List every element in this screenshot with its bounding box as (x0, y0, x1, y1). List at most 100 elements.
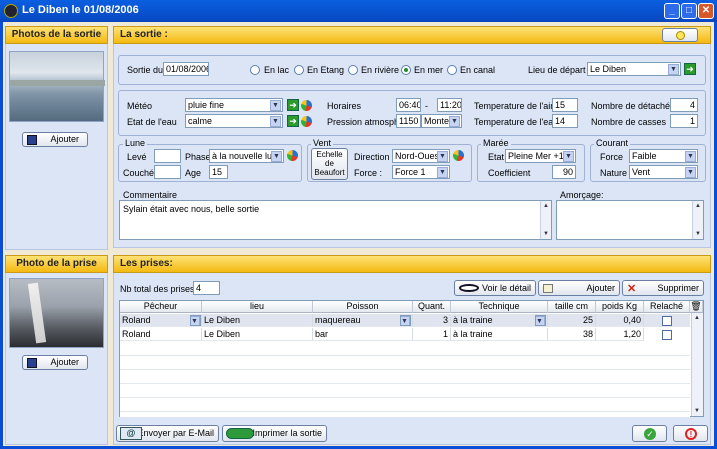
cell-lieu[interactable]: Le Diben (202, 328, 313, 341)
email-button[interactable]: @ Envoyer par E-Mail (116, 425, 219, 442)
go-arrow-icon[interactable]: ➜ (287, 115, 299, 127)
lieu-select[interactable]: Le Diben ▼ (587, 62, 681, 76)
scroll-down-icon[interactable]: ▼ (692, 406, 702, 416)
amorcage-scrollbar[interactable]: ▲ ▼ (692, 201, 703, 239)
cell-pecheur[interactable]: Roland (120, 328, 202, 341)
cancel-button[interactable]: ! (673, 425, 708, 442)
pression-trend-select[interactable]: Monte ▼ (421, 114, 462, 128)
chart-icon[interactable] (453, 150, 464, 161)
teau-input[interactable]: 14 (552, 114, 578, 128)
col-header-technique[interactable]: Technique (451, 301, 548, 313)
col-header-pecheur[interactable]: Pêcheur (120, 301, 202, 313)
chart-icon[interactable] (301, 116, 312, 127)
radio-mer-label: En mer (414, 65, 444, 75)
phase-select[interactable]: à la nouvelle lune ▼ (209, 149, 284, 163)
technique-dropdown[interactable]: ▼ (535, 315, 546, 326)
date-input[interactable]: 01/08/2006 (163, 62, 209, 76)
scroll-down-icon[interactable]: ▼ (541, 229, 551, 239)
add-photo-prise-button[interactable]: Ajouter (22, 355, 88, 370)
chart-icon[interactable] (301, 100, 312, 111)
radio-lac[interactable] (250, 65, 260, 75)
poisson-dropdown[interactable]: ▼ (400, 315, 411, 326)
maximize-button[interactable]: □ (681, 3, 697, 19)
pecheur-dropdown[interactable]: ▼ (190, 315, 201, 326)
relache-checkbox[interactable] (662, 330, 672, 340)
col-header-relache[interactable]: Relaché (644, 301, 690, 313)
cell-quant[interactable]: 3 (413, 314, 451, 327)
pression-input[interactable]: 1150 (396, 114, 421, 128)
radio-riviere[interactable] (348, 65, 358, 75)
add-photo-sortie-button[interactable]: Ajouter (22, 132, 88, 147)
tip-button[interactable] (662, 28, 698, 42)
courant-force-select[interactable]: Faible ▼ (629, 149, 698, 163)
chart-icon[interactable] (287, 150, 298, 161)
col-header-taille[interactable]: taille cm (548, 301, 596, 313)
app-icon (4, 4, 18, 18)
col-header-poisson[interactable]: Poisson (313, 301, 413, 313)
delete-icon: ✕ (627, 283, 637, 295)
cell-poisson[interactable]: bar (313, 328, 413, 341)
cell-taille[interactable]: 25 (548, 314, 596, 327)
scroll-down-icon[interactable]: ▼ (693, 229, 703, 239)
col-header-poisson-label: Poisson (346, 301, 379, 311)
go-arrow-icon[interactable]: ➜ (287, 99, 299, 111)
commentaire-label: Commentaire (123, 190, 178, 200)
col-header-quant[interactable]: Quant. (413, 301, 451, 313)
cell-taille[interactable]: 38 (548, 328, 596, 341)
commentaire-scrollbar[interactable]: ▲ ▼ (540, 201, 551, 239)
age-input[interactable]: 15 (209, 165, 228, 179)
validate-button[interactable]: ✓ (632, 425, 667, 442)
courant-nature-select[interactable]: Vent ▼ (629, 165, 698, 179)
scroll-up-icon[interactable]: ▲ (693, 201, 703, 211)
detaches-input[interactable]: 4 (670, 98, 698, 112)
col-header-lieu[interactable]: lieu (202, 301, 313, 313)
commentaire-textarea[interactable]: Sylain était avec nous, belle sortie (119, 200, 552, 240)
maree-etat-select[interactable]: Pleine Mer +1h ▼ (505, 149, 576, 163)
trash-icon[interactable]: 🗑 (690, 301, 703, 313)
table-row[interactable]: Roland Le Diben maquereau 3 à la traine … (120, 314, 690, 327)
window-title: Le Diben le 01/08/2006 (22, 4, 139, 16)
radio-canal[interactable] (447, 65, 457, 75)
direction-select[interactable]: Nord-Ouest ▼ (392, 149, 450, 163)
cell-poids[interactable]: 1,20 (596, 328, 644, 341)
eau-select[interactable]: calme ▼ (185, 114, 283, 128)
sortie-photo[interactable] (9, 51, 105, 122)
meteo-select[interactable]: pluie fine ▼ (185, 98, 283, 112)
cell-poisson[interactable]: maquereau (313, 314, 413, 327)
prise-photo[interactable] (9, 278, 104, 348)
table-scrollbar[interactable]: ▲ ▼ (691, 313, 703, 416)
relache-checkbox[interactable] (662, 316, 672, 326)
radio-mer[interactable] (401, 65, 411, 75)
scroll-up-icon[interactable]: ▲ (541, 201, 551, 211)
nb-prises-input[interactable]: 4 (193, 281, 220, 295)
ajouter-prise-button[interactable]: Ajouter (538, 280, 620, 296)
heure-fin-input[interactable]: 11:20 (437, 98, 462, 112)
cell-lieu[interactable]: Le Diben (202, 314, 313, 327)
scroll-up-icon[interactable]: ▲ (692, 313, 702, 323)
print-icon (226, 428, 254, 439)
heure-debut-input[interactable]: 06:40 (396, 98, 421, 112)
casses-input[interactable]: 1 (670, 114, 698, 128)
amorcage-textarea[interactable] (556, 200, 704, 240)
radio-etang[interactable] (294, 65, 304, 75)
table-row[interactable]: Roland Le Diben bar 1 à la traine 38 1,2… (120, 328, 690, 341)
leve-input[interactable] (154, 149, 181, 163)
go-arrow-icon[interactable]: ➜ (684, 63, 696, 75)
col-header-poids-label: poids Kg (601, 301, 638, 311)
cell-poids[interactable]: 0,40 (596, 314, 644, 327)
voir-detail-button[interactable]: Voir le détail (454, 280, 536, 296)
beaufort-button[interactable]: Echelle de Beaufort (311, 148, 348, 180)
supprimer-prise-button[interactable]: ✕ Supprimer (622, 280, 704, 296)
cell-technique[interactable]: à la traine (451, 314, 548, 327)
close-button[interactable]: ✕ (698, 3, 714, 19)
cell-technique[interactable]: à la traine (451, 328, 548, 341)
couche-input[interactable] (154, 165, 181, 179)
col-header-poids[interactable]: poids Kg (596, 301, 644, 313)
minimize-button[interactable]: _ (664, 3, 680, 19)
coefficient-input[interactable]: 90 (552, 165, 576, 179)
cell-quant[interactable]: 1 (413, 328, 451, 341)
tair-input[interactable]: 15 (552, 98, 578, 112)
force-vent-select[interactable]: Force 1 ▼ (392, 165, 450, 179)
meteo-label: Météo (127, 101, 153, 111)
print-button[interactable]: Imprimer la sortie (222, 425, 327, 442)
